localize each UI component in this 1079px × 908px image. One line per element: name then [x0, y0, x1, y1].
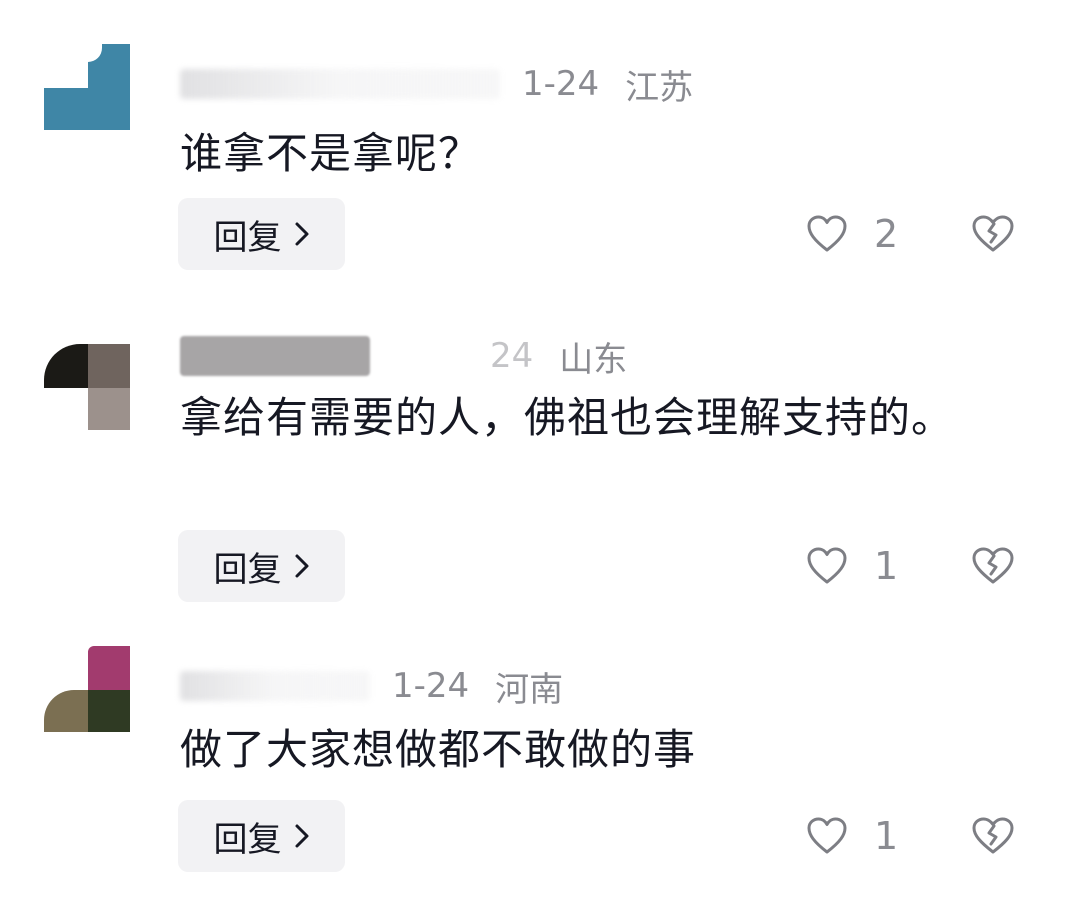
broken-heart-icon [972, 817, 1014, 854]
chevron-right-icon [295, 824, 308, 848]
avatar-pixel [88, 646, 130, 690]
comment-text: 做了大家想做都不敢做的事 [180, 725, 697, 774]
reply-label: 回复 [213, 819, 282, 860]
comment-date: 1-24 [522, 64, 600, 104]
comment-item: 1-24 江苏 谁拿不是拿呢？ 回复 2 [0, 0, 1079, 290]
comment-text: 谁拿不是拿呢？ [180, 129, 482, 178]
dislike-button[interactable] [970, 198, 1016, 270]
like-count: 2 [874, 212, 899, 256]
comment-location: 河南 [495, 669, 564, 710]
dislike-button[interactable] [970, 800, 1016, 872]
avatar-pixel [88, 388, 130, 430]
avatar-pixel [44, 344, 88, 388]
broken-heart-icon [972, 215, 1014, 252]
like-button[interactable]: 1 [806, 800, 898, 872]
dislike-button[interactable] [970, 530, 1016, 602]
avatar-pixel [44, 388, 88, 430]
reply-label: 回复 [213, 217, 282, 258]
avatar[interactable] [44, 344, 130, 430]
avatar-pixel [44, 44, 88, 88]
avatar-pixel [88, 344, 130, 388]
comment-date: 24 [490, 336, 534, 376]
heart-outline-icon [807, 215, 847, 252]
comment-meta: 1-24 江苏 [180, 62, 694, 108]
avatar[interactable] [44, 44, 130, 130]
reply-button[interactable]: 回复 [178, 530, 345, 602]
like-button[interactable]: 1 [806, 530, 898, 602]
avatar[interactable] [44, 646, 130, 732]
avatar-pixel [88, 690, 130, 732]
broken-heart-icon [972, 547, 1014, 584]
username-blurred[interactable] [180, 69, 500, 99]
username-blurred[interactable] [180, 336, 370, 376]
chevron-right-icon [295, 554, 308, 578]
reply-button[interactable]: 回复 [178, 800, 345, 872]
comment-meta: 24 山东 [180, 334, 628, 380]
comment-date: 1-24 [392, 666, 470, 706]
reply-label: 回复 [213, 549, 282, 590]
like-count: 1 [874, 544, 899, 588]
comment-location: 山东 [559, 339, 628, 380]
like-button[interactable]: 2 [806, 198, 898, 270]
comment-item: 1-24 河南 做了大家想做都不敢做的事 回复 1 [0, 630, 1079, 908]
username-blurred[interactable] [180, 671, 370, 701]
heart-outline-icon [807, 547, 847, 584]
comment-meta: 1-24 河南 [180, 664, 564, 710]
comment-text: 拿给有需要的人，佛祖也会理解支持的。 [180, 393, 955, 442]
comment-item: 24 山东 拿给有需要的人，佛祖也会理解支持的。 回复 1 [0, 290, 1079, 630]
heart-outline-icon [807, 817, 847, 854]
avatar-pixel [44, 646, 88, 690]
comment-location: 江苏 [625, 67, 694, 108]
like-count: 1 [874, 814, 899, 858]
avatar-pixel [44, 690, 88, 732]
reply-button[interactable]: 回复 [178, 198, 345, 270]
chevron-right-icon [295, 222, 308, 246]
